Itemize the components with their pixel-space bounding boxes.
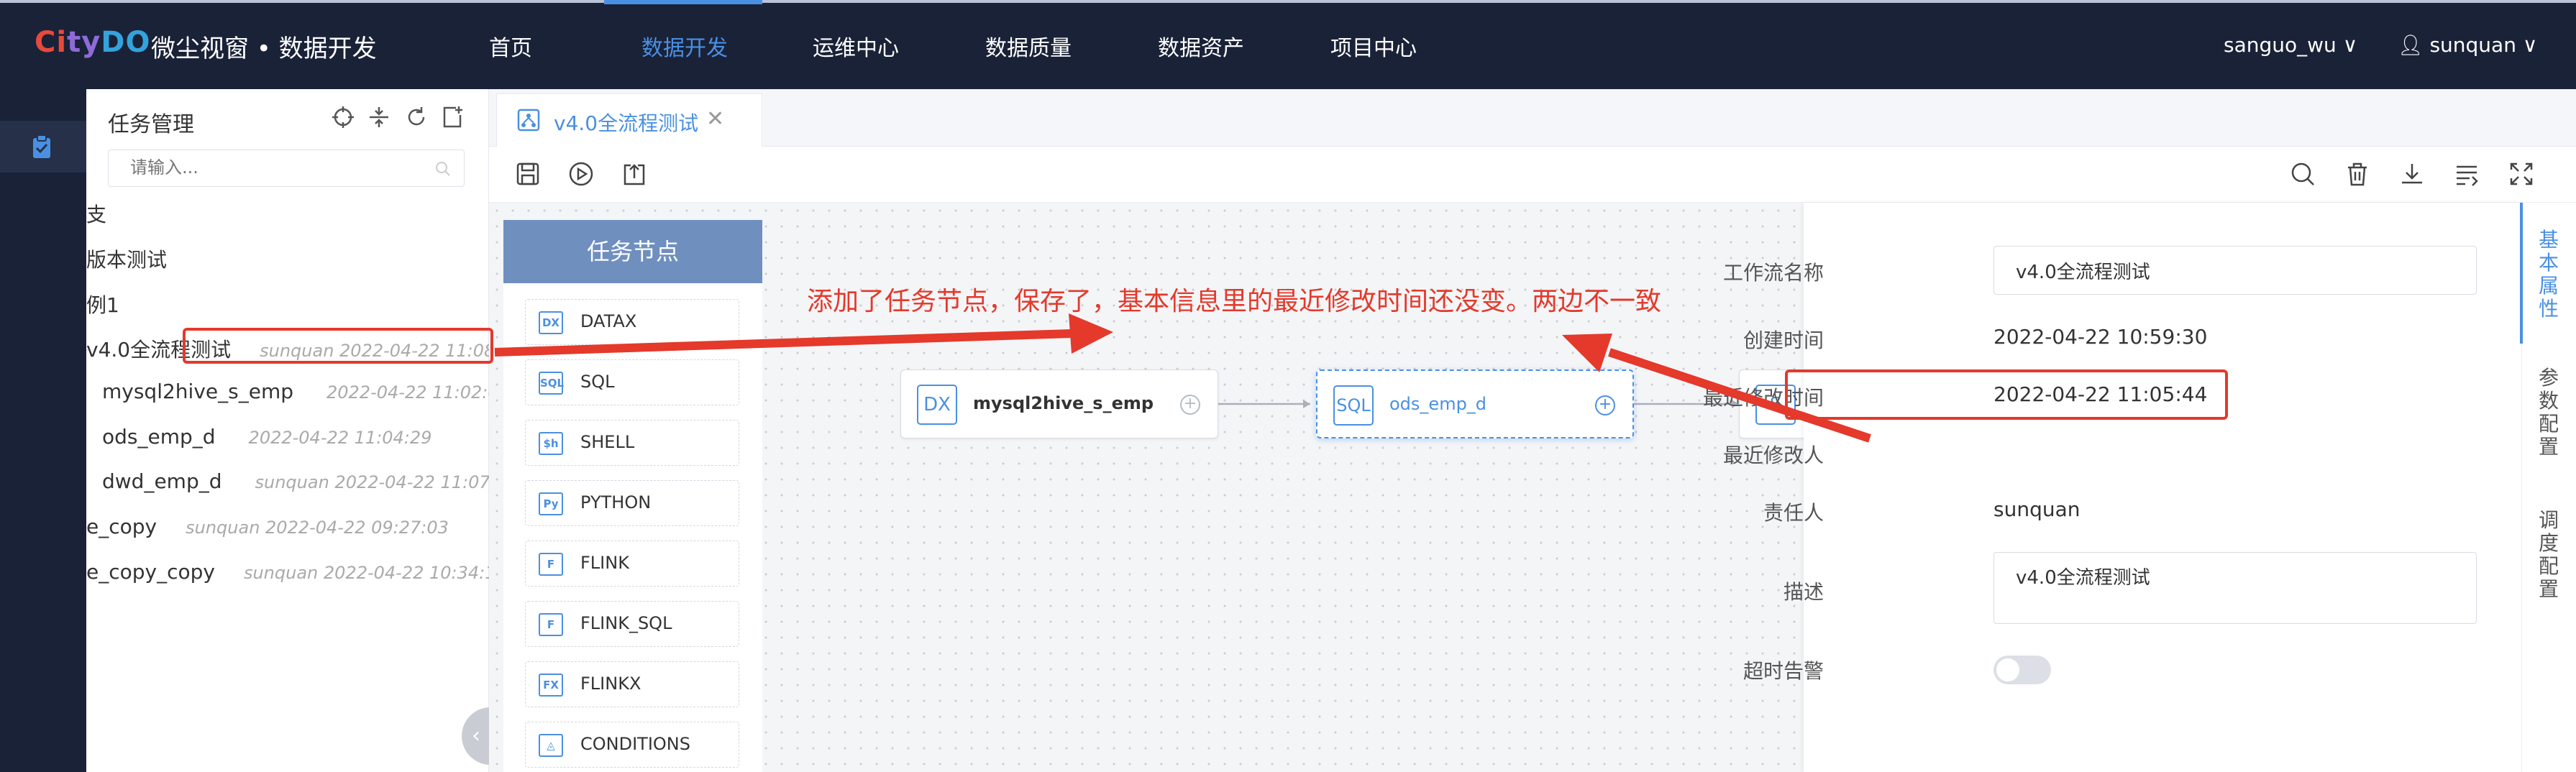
vtab-active-indicator [2520, 203, 2523, 344]
node-label: ods_emp_d [1389, 394, 1487, 414]
description-label: 描述 [1783, 580, 1824, 604]
node-label: mysql2hive_s_emp [973, 393, 1154, 413]
dag-node-sql-selected[interactable]: SQL ods_emp_d + [1316, 369, 1634, 438]
created-time-value: 2022-04-22 10:59:30 [1993, 325, 2208, 349]
workflow-name-field[interactable] [1993, 246, 2477, 295]
tab-schedule-config[interactable]: 调度配置 [2536, 509, 2562, 601]
add-node-icon[interactable]: + [1595, 395, 1615, 415]
workflow-name-label: 工作流名称 [1722, 261, 1824, 285]
datax-icon: DX [917, 385, 957, 425]
created-time-label: 创建时间 [1743, 328, 1824, 352]
owner-label: 责任人 [1763, 501, 1824, 525]
dag-node-datax[interactable]: DX mysql2hive_s_emp + [900, 369, 1218, 438]
description-field[interactable]: v4.0全流程测试 [1993, 552, 2477, 624]
owner-value: sunquan [1993, 497, 2081, 521]
add-node-icon[interactable]: + [1180, 395, 1200, 415]
tab-basic-properties[interactable]: 基本属性 [2536, 229, 2562, 321]
tab-parameter-config[interactable]: 参数配置 [2536, 367, 2562, 459]
annotation-box-tree [183, 328, 493, 364]
annotation-box-modified [1785, 369, 2228, 420]
sql-icon: SQL [1333, 385, 1374, 426]
annotation-text: 添加了任务节点，保存了，基本信息里的最近修改时间还没变。两边不一致 [807, 287, 1662, 316]
timeout-alert-label: 超时告警 [1743, 659, 1824, 683]
modifier-label: 最近修改人 [1722, 444, 1824, 467]
timeout-alert-toggle[interactable] [1993, 656, 2051, 684]
